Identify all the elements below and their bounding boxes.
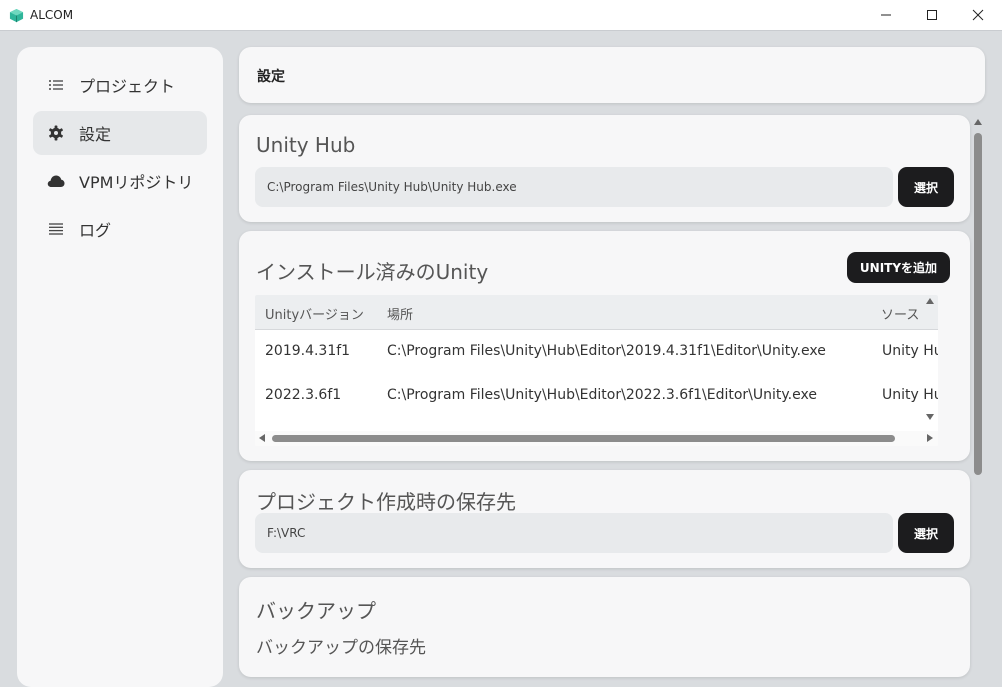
- installed-unity-title: インストール済みのUnity: [256, 260, 489, 284]
- unity-table: Unityバージョン 場所 ソース 2019.4.31f1 C:\Program…: [255, 295, 938, 446]
- sidebar-item-label: VPMリポジトリ: [79, 173, 194, 192]
- sidebar-item-label: 設定: [79, 125, 112, 144]
- app-logo-icon: [9, 8, 24, 23]
- backup-title: バックアップ: [256, 599, 376, 623]
- cloud-icon: [47, 172, 65, 190]
- scroll-left-arrow-icon[interactable]: [259, 434, 265, 442]
- maximize-icon: [927, 10, 937, 20]
- installed-unity-card: インストール済みのUnity UNITYを追加 Unityバージョン 場所 ソー…: [239, 231, 970, 461]
- window-titlebar: ALCOM: [0, 0, 1002, 31]
- cell-location: C:\Program Files\Unity\Hub\Editor\2022.3…: [387, 387, 817, 403]
- unity-hub-path-field[interactable]: [255, 167, 893, 207]
- project-path-select-button[interactable]: 選択: [898, 513, 954, 553]
- close-button[interactable]: [955, 0, 1001, 30]
- add-unity-button[interactable]: UNITYを追加: [847, 252, 950, 283]
- sidebar-item-label: ログ: [79, 221, 112, 240]
- window-title: ALCOM: [30, 8, 74, 22]
- cell-source: Unity Hub: [882, 343, 938, 359]
- page-title: 設定: [257, 69, 285, 85]
- scroll-up-arrow-icon[interactable]: [974, 119, 982, 125]
- table-row[interactable]: 2022.3.6f1 C:\Program Files\Unity\Hub\Ed…: [255, 374, 938, 418]
- unity-hub-title: Unity Hub: [256, 133, 356, 157]
- column-header-version[interactable]: Unityバージョン: [265, 304, 364, 323]
- list-icon: [47, 76, 65, 94]
- backup-card: バックアップ バックアップの保存先: [239, 577, 970, 677]
- cell-source: Unity Hub: [882, 387, 938, 403]
- project-path-card: プロジェクト作成時の保存先 選択: [239, 470, 970, 568]
- page-header: 設定: [239, 47, 985, 103]
- table-header: Unityバージョン 場所 ソース: [255, 295, 938, 330]
- lines-icon: [47, 220, 65, 238]
- cell-location: C:\Program Files\Unity\Hub\Editor\2019.4…: [387, 343, 826, 359]
- scroll-down-arrow-icon[interactable]: [926, 414, 934, 420]
- minimize-icon: [881, 14, 891, 16]
- sidebar: プロジェクト 設定 VPMリポジトリ ログ: [17, 47, 223, 687]
- gear-icon: [47, 124, 65, 142]
- sidebar-item-logs[interactable]: ログ: [33, 207, 207, 251]
- cell-version: 2019.4.31f1: [265, 343, 351, 359]
- column-header-location[interactable]: 場所: [387, 304, 413, 323]
- maximize-button[interactable]: [909, 0, 955, 30]
- scrollbar-thumb[interactable]: [974, 133, 982, 475]
- unity-hub-select-button[interactable]: 選択: [898, 167, 954, 207]
- sidebar-item-label: プロジェクト: [79, 77, 176, 96]
- project-path-field[interactable]: [255, 513, 893, 553]
- project-path-title: プロジェクト作成時の保存先: [256, 490, 516, 514]
- table-row[interactable]: 2019.4.31f1 C:\Program Files\Unity\Hub\E…: [255, 330, 938, 374]
- backup-location-label: バックアップの保存先: [256, 638, 426, 658]
- cell-version: 2022.3.6f1: [265, 387, 342, 403]
- close-icon: [972, 9, 984, 21]
- minimize-button[interactable]: [863, 0, 909, 30]
- table-horizontal-scrollbar[interactable]: [255, 431, 938, 446]
- unity-hub-card: Unity Hub 選択: [239, 115, 970, 222]
- sidebar-item-settings[interactable]: 設定: [33, 111, 207, 155]
- scroll-up-arrow-icon[interactable]: [926, 298, 934, 304]
- sidebar-item-vpm-repositories[interactable]: VPMリポジトリ: [33, 159, 207, 203]
- scrollbar-thumb[interactable]: [272, 435, 895, 442]
- sidebar-item-projects[interactable]: プロジェクト: [33, 63, 207, 107]
- column-header-source[interactable]: ソース: [881, 304, 919, 323]
- scroll-right-arrow-icon[interactable]: [927, 434, 933, 442]
- main-vertical-scrollbar[interactable]: [972, 115, 986, 659]
